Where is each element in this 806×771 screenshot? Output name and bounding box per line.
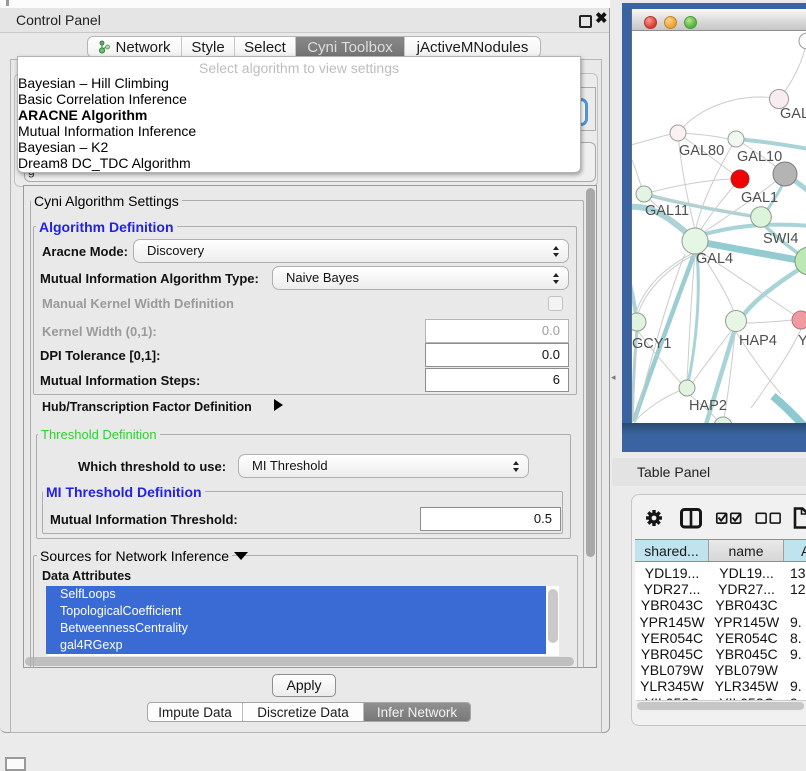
- svg-text:GAL7: GAL7: [780, 106, 806, 122]
- svg-text:GCY1: GCY1: [632, 336, 672, 352]
- svg-text:GAL10: GAL10: [737, 149, 782, 165]
- svg-text:HAP4: HAP4: [739, 333, 777, 349]
- svg-text:SWI4: SWI4: [763, 231, 798, 247]
- svg-text:YM: YM: [798, 333, 806, 349]
- svg-text:GAL11: GAL11: [645, 203, 689, 219]
- svg-text:HAP2: HAP2: [689, 398, 727, 414]
- svg-text:GAL4: GAL4: [696, 251, 733, 267]
- svg-text:GAL80: GAL80: [679, 143, 724, 159]
- svg-text:GAL1: GAL1: [741, 190, 778, 206]
